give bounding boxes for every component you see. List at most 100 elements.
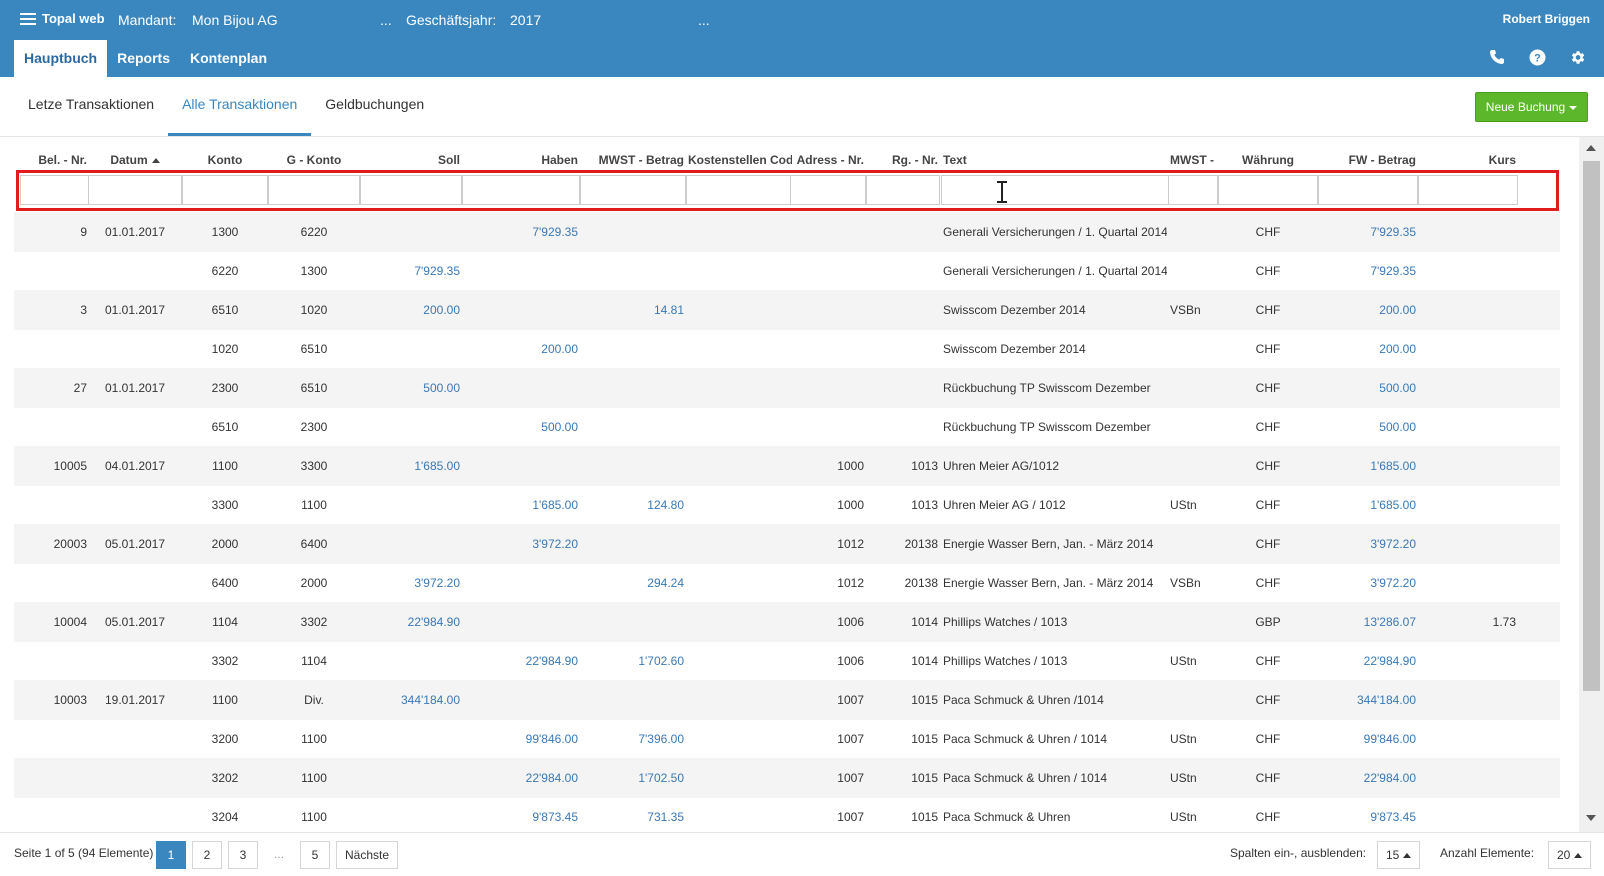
- cell-waehrung: CHF: [1255, 576, 1281, 590]
- cell-gkonto: 1104: [301, 654, 327, 668]
- filter-input-kst[interactable]: [686, 175, 794, 205]
- page-3-button[interactable]: 3: [228, 841, 258, 869]
- cell-kurs: [1420, 329, 1516, 369]
- table-row[interactable]: 3200 1100 99'846.00 7'396.00 1007 1015 Paca Sc…: [14, 719, 1560, 759]
- filter-input-rg[interactable]: [866, 175, 940, 205]
- column-header-kst[interactable]: Kostenstellen Cod: [688, 150, 792, 170]
- cell-datum: [90, 251, 180, 291]
- count-select[interactable]: 20: [1548, 841, 1592, 869]
- mandant-more[interactable]: ...: [380, 12, 392, 28]
- columns-select[interactable]: 15: [1377, 841, 1421, 869]
- cell-bel: 10003: [53, 693, 87, 707]
- user-name[interactable]: Robert Briggen: [1503, 12, 1590, 26]
- table-row[interactable]: 6400 2000 3'972.20 294.24 1012 20138 Energie W…: [14, 563, 1560, 603]
- filter-input-mwstb[interactable]: [580, 175, 686, 205]
- cell-text: Phillips Watches / 1013: [943, 654, 1068, 668]
- next-page-button[interactable]: Nächste: [336, 841, 399, 869]
- tab-letzte-transaktionen[interactable]: Letze Transaktionen: [14, 84, 168, 136]
- cell-waehrung: CHF: [1255, 732, 1281, 746]
- column-header-konto[interactable]: Konto: [184, 150, 266, 170]
- page-2-button[interactable]: 2: [192, 841, 222, 869]
- filter-input-kurs[interactable]: [1418, 175, 1518, 205]
- column-header-gkonto[interactable]: G - Konto: [270, 150, 358, 170]
- filter-input-haben[interactable]: [462, 175, 580, 205]
- column-header-soll[interactable]: Soll: [362, 150, 460, 170]
- page-5-button[interactable]: 5: [300, 841, 330, 869]
- filter-input-text[interactable]: [941, 175, 1169, 205]
- new-booking-button[interactable]: Neue Buchung: [1475, 92, 1588, 122]
- gear-icon[interactable]: [1568, 48, 1586, 66]
- filter-input-soll[interactable]: [360, 175, 462, 205]
- cell-kurs: [1420, 485, 1516, 525]
- table-row[interactable]: 20003 05.01.2017 2000 6400 3'972.20 1012 20138…: [14, 524, 1560, 564]
- filter-input-konto[interactable]: [182, 175, 268, 205]
- table-row[interactable]: 9 01.01.2017 1300 6220 7'929.35 Generali Vers…: [14, 212, 1560, 252]
- page-1-button[interactable]: 1: [156, 841, 186, 869]
- column-header-bel[interactable]: Bel. - Nr.: [22, 150, 87, 170]
- table-row[interactable]: 10005 04.01.2017 1100 3300 1'685.00 1000 1013 U…: [14, 446, 1560, 486]
- table-row[interactable]: 10003 19.01.2017 1100 Div. 344'184.00 1007 101…: [14, 680, 1560, 720]
- scroll-down-icon[interactable]: [1586, 815, 1596, 821]
- tab-geldbuchungen[interactable]: Geldbuchungen: [311, 84, 438, 136]
- table-row[interactable]: 3302 1104 22'984.90 1'702.60 1006 1014 Phillip…: [14, 641, 1560, 681]
- cell-text: Generali Versicherungen / 1. Quartal 201…: [943, 264, 1167, 278]
- cell-kurs: [1420, 407, 1516, 447]
- help-icon[interactable]: ?: [1528, 48, 1546, 66]
- cell-konto: 3300: [211, 498, 239, 512]
- column-header-fw[interactable]: FW - Betrag: [1320, 150, 1416, 170]
- cell-kst: [688, 368, 792, 408]
- filter-input-adr[interactable]: [790, 175, 866, 205]
- filter-input-gkonto[interactable]: [268, 175, 360, 205]
- column-header-haben[interactable]: Haben: [464, 150, 578, 170]
- filter-input-fw[interactable]: [1318, 175, 1418, 205]
- cell-konto: 1104: [212, 615, 238, 629]
- column-header-rg[interactable]: Rg. - Nr.: [868, 150, 938, 170]
- mandant-value[interactable]: Mon Bijou AG: [192, 12, 278, 28]
- cell-haben: [464, 680, 578, 720]
- tab-alle-transaktionen[interactable]: Alle Transaktionen: [168, 84, 312, 136]
- filter-input-bel[interactable]: [20, 175, 89, 205]
- tab-kontenplan[interactable]: Kontenplan: [180, 40, 277, 77]
- column-header-mwstb[interactable]: MWST - Betrag: [582, 150, 684, 170]
- cell-text: Energie Wasser Bern, Jan. - März 2014: [943, 576, 1154, 590]
- cell-soll: 200.00: [423, 303, 460, 317]
- tab-hauptbuch[interactable]: Hauptbuch: [14, 40, 108, 77]
- table-row[interactable]: 3204 1100 9'873.45 731.35 1007 1015 Paca Schmu…: [14, 797, 1560, 832]
- cell-fw: 200.00: [1379, 303, 1416, 317]
- table-row[interactable]: 6510 2300 500.00 Rückbuchung TP Swisscom De…: [14, 407, 1560, 447]
- scroll-up-icon[interactable]: [1586, 145, 1596, 151]
- vertical-scrollbar[interactable]: [1579, 137, 1604, 837]
- table-row[interactable]: 3300 1100 1'685.00 124.80 1000 1013 Uhren Meie…: [14, 485, 1560, 525]
- column-header-kurs[interactable]: Kurs: [1420, 150, 1516, 170]
- table-row[interactable]: 3 01.01.2017 6510 1020 200.00 14.81 Swisscom D…: [14, 290, 1560, 330]
- column-header-mwstc[interactable]: MWST - C: [1170, 150, 1216, 170]
- table-row[interactable]: 27 01.01.2017 2300 6510 500.00 Rückbuchung TP…: [14, 368, 1560, 408]
- table-row[interactable]: 6220 1300 7'929.35 Generali Versicherungen …: [14, 251, 1560, 291]
- filter-input-waehrung[interactable]: [1218, 175, 1318, 205]
- filter-input-mwstc[interactable]: [1168, 175, 1218, 205]
- year-value[interactable]: 2017: [510, 12, 541, 28]
- scrollbar-thumb[interactable]: [1583, 161, 1600, 691]
- sort-asc-icon[interactable]: [151, 158, 160, 164]
- table-row[interactable]: 3202 1100 22'984.00 1'702.50 1007 1015 Paca Sc…: [14, 758, 1560, 798]
- column-header-waehrung[interactable]: Währung: [1220, 150, 1316, 170]
- column-header-adr[interactable]: Adress - Nr.: [792, 150, 864, 170]
- tab-reports[interactable]: Reports: [107, 40, 180, 77]
- brand[interactable]: Topal web: [20, 11, 105, 26]
- cell-datum: [90, 485, 180, 525]
- filter-input-datum[interactable]: [88, 175, 182, 205]
- cell-kurs: [1420, 797, 1516, 832]
- table-row[interactable]: 10004 05.01.2017 1104 3302 22'984.90 1006 1014…: [14, 602, 1560, 642]
- table-row[interactable]: 1020 6510 200.00 Swisscom Dezember 2014 CHF 2…: [14, 329, 1560, 369]
- cell-mwstc: UStn: [1170, 732, 1197, 746]
- cell-rg: 1013: [911, 459, 938, 473]
- cell-text: Phillips Watches / 1013: [943, 615, 1068, 629]
- cell-gkonto: 6220: [300, 225, 328, 239]
- column-header-datum[interactable]: Datum: [90, 150, 180, 170]
- phone-icon[interactable]: [1488, 48, 1506, 66]
- cell-kst: [688, 563, 792, 603]
- year-more[interactable]: ...: [698, 12, 710, 28]
- cell-waehrung: CHF: [1255, 225, 1281, 239]
- column-header-text[interactable]: Text: [943, 150, 1167, 170]
- cell-adr: 1012: [837, 576, 864, 590]
